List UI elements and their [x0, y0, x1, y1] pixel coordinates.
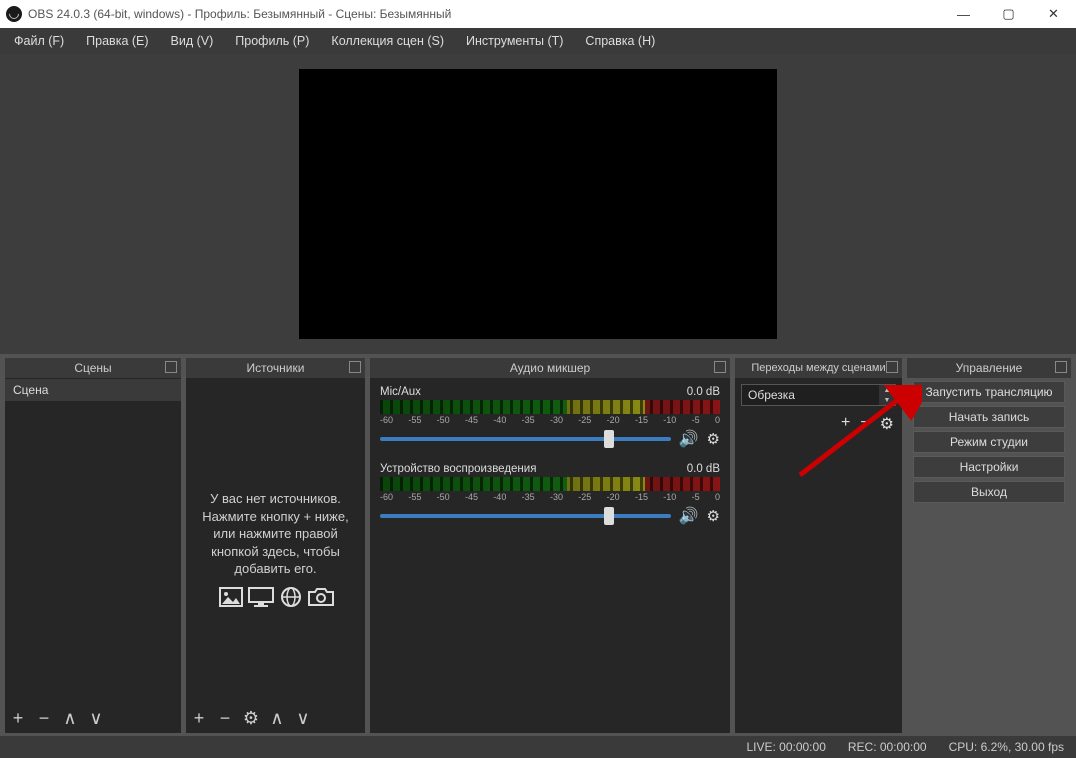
menu-view[interactable]: Вид (V): [161, 31, 224, 51]
transitions-panel: Переходы между сценами Обрезка ▲▼ + − ⚙: [735, 358, 902, 733]
level-meter: [380, 400, 720, 414]
meter-scale: -60-55-50-45-40-35-30-25-20-15-10-50: [380, 492, 720, 502]
add-scene-button[interactable]: +: [9, 708, 27, 729]
transition-select[interactable]: Обрезка ▲▼: [741, 384, 896, 406]
browser-source-icon: [278, 586, 304, 608]
mixer-panel: Аудио микшер Mic/Aux 0.0 dB -60-55-50-45…: [370, 358, 730, 733]
move-up-button[interactable]: ∧: [61, 708, 79, 729]
capture-source-icon: [308, 586, 334, 608]
move-up-button[interactable]: ∧: [268, 708, 286, 729]
preview-area[interactable]: [0, 54, 1076, 354]
controls-panel: Управление Запустить трансляцию Начать з…: [907, 358, 1071, 733]
menu-scene-collection[interactable]: Коллекция сцен (S): [321, 31, 454, 51]
settings-button[interactable]: Настройки: [913, 456, 1065, 478]
remove-source-button[interactable]: −: [216, 708, 234, 729]
menu-tools[interactable]: Инструменты (T): [456, 31, 573, 51]
mixer-channel-desktop: Устройство воспроизведения 0.0 dB -60-55…: [380, 463, 720, 526]
transitions-header: Переходы между сценами: [735, 358, 902, 378]
channel-db: 0.0 dB: [687, 463, 720, 475]
source-properties-button[interactable]: ⚙: [242, 708, 260, 729]
sources-empty-text: У вас нет источников. Нажмите кнопку + н…: [186, 490, 365, 608]
channel-name: Mic/Aux: [380, 386, 421, 398]
scenes-header: Сцены: [5, 358, 181, 378]
preview-canvas[interactable]: [299, 69, 777, 339]
close-button[interactable]: ✕: [1031, 0, 1076, 28]
scenes-toolbar: + − ∧ ∨: [9, 708, 105, 729]
sources-toolbar: + − ⚙ ∧ ∨: [190, 708, 312, 729]
cpu-status: CPU: 6.2%, 30.00 fps: [949, 740, 1064, 754]
channel-settings-button[interactable]: ⚙: [707, 430, 720, 448]
channel-settings-button[interactable]: ⚙: [707, 507, 720, 525]
menu-profile[interactable]: Профиль (P): [225, 31, 319, 51]
menu-help[interactable]: Справка (H): [575, 31, 665, 51]
scenes-panel: Сцены Сцена + − ∧ ∨: [5, 358, 181, 733]
volume-slider[interactable]: [380, 514, 671, 518]
scenes-title: Сцены: [74, 361, 111, 375]
display-source-icon: [248, 586, 274, 608]
menu-edit[interactable]: Правка (E): [76, 31, 158, 51]
maximize-button[interactable]: ▢: [986, 0, 1031, 28]
menu-bar: Файл (F) Правка (E) Вид (V) Профиль (P) …: [0, 28, 1076, 54]
add-source-button[interactable]: +: [190, 708, 208, 729]
volume-slider[interactable]: [380, 437, 671, 441]
sources-header: Источники: [186, 358, 365, 378]
move-down-button[interactable]: ∨: [87, 708, 105, 729]
transition-settings-button[interactable]: ⚙: [880, 414, 894, 434]
exit-button[interactable]: Выход: [913, 481, 1065, 503]
add-transition-button[interactable]: +: [841, 414, 850, 434]
mixer-header: Аудио микшер: [370, 358, 730, 378]
transition-value: Обрезка: [748, 388, 795, 402]
channel-db: 0.0 dB: [687, 386, 720, 398]
transitions-title: Переходы между сценами: [751, 362, 885, 374]
mute-button[interactable]: 🔊: [679, 506, 699, 526]
menu-file[interactable]: Файл (F): [4, 31, 74, 51]
mixer-title: Аудио микшер: [510, 361, 590, 375]
remove-transition-button[interactable]: −: [860, 414, 869, 434]
studio-mode-button[interactable]: Режим студии: [913, 431, 1065, 453]
scene-item[interactable]: Сцена: [5, 379, 181, 401]
image-source-icon: [218, 586, 244, 608]
window-title: OBS 24.0.3 (64-bit, windows) - Профиль: …: [28, 7, 451, 21]
spinner-icon[interactable]: ▲▼: [879, 385, 895, 405]
start-stream-button[interactable]: Запустить трансляцию: [913, 381, 1065, 403]
remove-scene-button[interactable]: −: [35, 708, 53, 729]
sources-panel: Источники У вас нет источников. Нажмите …: [186, 358, 365, 733]
controls-header: Управление: [907, 358, 1071, 378]
move-down-button[interactable]: ∨: [294, 708, 312, 729]
popout-icon[interactable]: [1055, 361, 1067, 373]
mixer-channel-mic: Mic/Aux 0.0 dB -60-55-50-45-40-35-30-25-…: [380, 386, 720, 449]
meter-scale: -60-55-50-45-40-35-30-25-20-15-10-50: [380, 415, 720, 425]
sources-title: Источники: [247, 361, 305, 375]
app-logo-icon: [6, 6, 22, 22]
start-record-button[interactable]: Начать запись: [913, 406, 1065, 428]
popout-icon[interactable]: [165, 361, 177, 373]
popout-icon[interactable]: [886, 361, 898, 373]
minimize-button[interactable]: —: [941, 0, 986, 28]
window-titlebar: OBS 24.0.3 (64-bit, windows) - Профиль: …: [0, 0, 1076, 28]
mute-button[interactable]: 🔊: [679, 429, 699, 449]
rec-status: REC: 00:00:00: [848, 740, 927, 754]
sources-body[interactable]: У вас нет источников. Нажмите кнопку + н…: [186, 378, 365, 733]
controls-title: Управление: [956, 361, 1023, 375]
live-status: LIVE: 00:00:00: [746, 740, 825, 754]
level-meter: [380, 477, 720, 491]
popout-icon[interactable]: [714, 361, 726, 373]
channel-name: Устройство воспроизведения: [380, 463, 536, 475]
status-bar: LIVE: 00:00:00 REC: 00:00:00 CPU: 6.2%, …: [0, 736, 1076, 758]
popout-icon[interactable]: [349, 361, 361, 373]
